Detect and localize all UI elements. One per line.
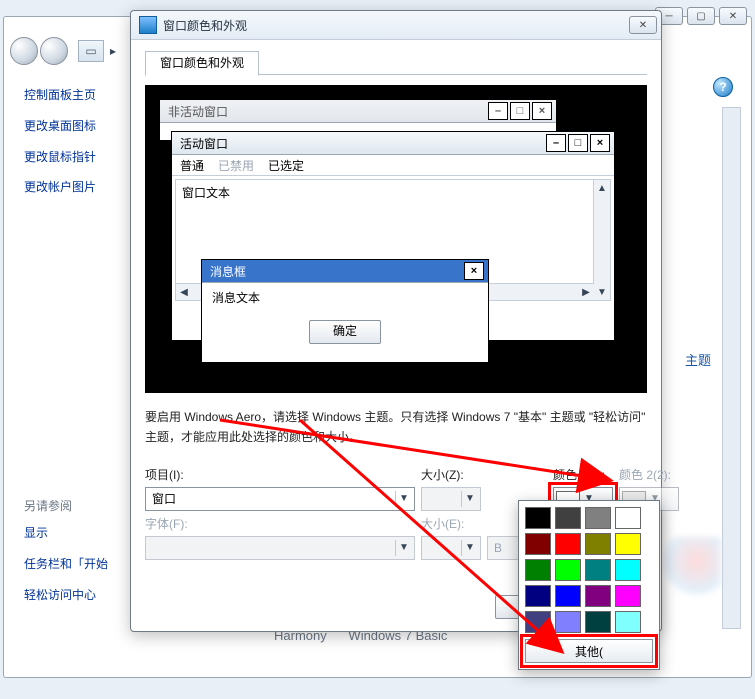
label-size: 大小(Z): bbox=[421, 466, 481, 483]
item-combo-value: 窗口 bbox=[152, 490, 176, 507]
see-also-ease-of-access[interactable]: 轻松访问中心 bbox=[24, 586, 134, 603]
chevron-down-icon: ▼ bbox=[395, 540, 412, 556]
dialog-title-text: 窗口颜色和外观 bbox=[163, 17, 247, 34]
preview-msgbox-text: 消息文本 bbox=[212, 289, 478, 306]
color-cell[interactable] bbox=[585, 507, 611, 529]
explorer-scrollbar[interactable] bbox=[722, 107, 741, 629]
aero-note: 要启用 Windows Aero，请选择 Windows 主题。只有选择 Win… bbox=[145, 407, 647, 448]
preview-menu-normal: 普通 bbox=[180, 157, 204, 174]
tab-window-color[interactable]: 窗口颜色和外观 bbox=[145, 51, 259, 76]
color-cell[interactable] bbox=[615, 507, 641, 529]
color-cell[interactable] bbox=[525, 533, 551, 555]
bold-button[interactable]: B bbox=[487, 536, 521, 560]
color-cell[interactable] bbox=[525, 507, 551, 529]
max-icon: □ bbox=[510, 102, 530, 120]
color-cell[interactable] bbox=[555, 611, 581, 633]
arrow-right-icon: ▶ bbox=[578, 284, 594, 300]
color-cell[interactable] bbox=[585, 585, 611, 607]
color-cell[interactable] bbox=[555, 559, 581, 581]
color-cell[interactable] bbox=[525, 585, 551, 607]
color-cell[interactable] bbox=[555, 585, 581, 607]
label-font: 字体(F): bbox=[145, 515, 415, 532]
see-also-display[interactable]: 显示 bbox=[24, 524, 134, 541]
see-also-taskbar[interactable]: 任务栏和「开始 bbox=[24, 555, 134, 572]
color-picker-popup: 其他( bbox=[518, 500, 660, 670]
preview-menu: 普通 已禁用 已选定 bbox=[172, 155, 614, 176]
dialog-icon bbox=[139, 16, 157, 34]
sidebar-link-cp-home[interactable]: 控制面板主页 bbox=[24, 87, 134, 104]
sidebar-link-desktop-icons[interactable]: 更改桌面图标 bbox=[24, 118, 134, 135]
label-color1: 颜色 1(L): bbox=[553, 466, 613, 483]
help-icon[interactable]: ? bbox=[713, 77, 733, 97]
size-combo[interactable]: ▼ bbox=[421, 487, 481, 511]
tab-strip: 窗口颜色和外观 bbox=[145, 50, 647, 75]
arrow-up-icon: ▲ bbox=[594, 180, 610, 196]
maximize-button[interactable]: ▢ bbox=[687, 7, 715, 25]
sidebar-link-mouse-pointers[interactable]: 更改鼠标指针 bbox=[24, 149, 134, 166]
preview-message-box: 消息框 × 消息文本 确定 bbox=[201, 259, 489, 363]
max-icon: □ bbox=[568, 134, 588, 152]
arrow-left-icon: ◀ bbox=[176, 284, 192, 300]
preview-menu-selected: 已选定 bbox=[268, 157, 304, 174]
min-icon: – bbox=[546, 134, 566, 152]
preview-msgbox-ok: 确定 bbox=[309, 320, 381, 344]
arrow-down-icon: ▼ bbox=[594, 284, 610, 300]
close-icon: × bbox=[532, 102, 552, 120]
chevron-down-icon: ▼ bbox=[395, 491, 412, 507]
theme-thumbnail bbox=[661, 537, 721, 597]
label-font-size: 大小(E): bbox=[421, 515, 481, 532]
label-item: 项目(I): bbox=[145, 466, 415, 483]
forward-button[interactable] bbox=[40, 37, 68, 65]
preview-window-text: 窗口文本 bbox=[176, 180, 610, 205]
color-cell[interactable] bbox=[525, 559, 551, 581]
preview-active-title: 活动窗口 bbox=[180, 135, 228, 152]
preview-area: 非活动窗口 – □ × 活动窗口 – □ × 普通 已禁用 bbox=[145, 85, 647, 393]
preview-vscroll: ▲ ▼ bbox=[593, 180, 610, 300]
color-cell[interactable] bbox=[555, 507, 581, 529]
preview-inactive-title: 非活动窗口 bbox=[168, 103, 228, 120]
see-also-title: 另请参阅 bbox=[24, 497, 134, 514]
sidebar: 控制面板主页 更改桌面图标 更改鼠标指针 更改帐户图片 bbox=[24, 87, 134, 210]
close-icon: × bbox=[464, 262, 484, 280]
preview-msgbox-title: 消息框 bbox=[210, 263, 246, 280]
color-grid bbox=[525, 507, 653, 633]
preview-menu-disabled: 已禁用 bbox=[218, 157, 254, 174]
color-cell[interactable] bbox=[615, 533, 641, 555]
label-color2: 颜色 2(2): bbox=[619, 466, 679, 483]
close-icon: × bbox=[590, 134, 610, 152]
color-cell[interactable] bbox=[615, 611, 641, 633]
item-combo[interactable]: 窗口 ▼ bbox=[145, 487, 415, 511]
back-button[interactable] bbox=[10, 37, 38, 65]
dialog-titlebar: 窗口颜色和外观 ✕ bbox=[131, 11, 661, 40]
min-icon: – bbox=[488, 102, 508, 120]
color-cell[interactable] bbox=[585, 533, 611, 555]
personalization-icon: ▭ bbox=[78, 40, 104, 62]
font-size-combo[interactable]: ▼ bbox=[421, 536, 481, 560]
chevron-down-icon: ▼ bbox=[461, 491, 478, 507]
color-cell[interactable] bbox=[585, 611, 611, 633]
theme-label: 主题 bbox=[685, 350, 711, 369]
sidebar-link-account-picture[interactable]: 更改帐户图片 bbox=[24, 179, 134, 196]
color-cell[interactable] bbox=[615, 585, 641, 607]
color-cell[interactable] bbox=[585, 559, 611, 581]
more-colors-button[interactable]: 其他( bbox=[525, 639, 653, 663]
see-also: 另请参阅 显示 任务栏和「开始 轻松访问中心 bbox=[24, 497, 134, 617]
explorer-window-controls: ─ ▢ ✕ bbox=[655, 7, 747, 25]
font-combo[interactable]: ▼ bbox=[145, 536, 415, 560]
color-cell[interactable] bbox=[615, 559, 641, 581]
close-button[interactable]: ✕ bbox=[719, 7, 747, 25]
color-cell[interactable] bbox=[555, 533, 581, 555]
chevron-down-icon: ▼ bbox=[461, 540, 478, 556]
color-cell[interactable] bbox=[525, 611, 551, 633]
dialog-close-button[interactable]: ✕ bbox=[629, 16, 657, 34]
